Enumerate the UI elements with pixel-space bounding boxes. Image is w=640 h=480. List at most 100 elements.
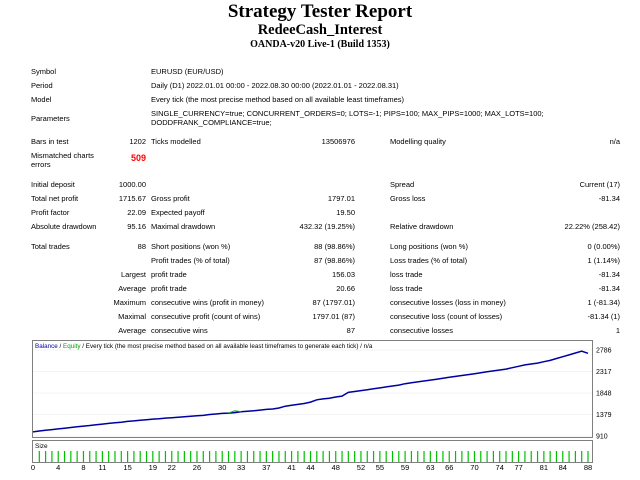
size-bar [101, 451, 103, 462]
avg-cons-losses-value: 1 [615, 326, 620, 335]
size-bar [309, 451, 312, 462]
x-tick-label: 4 [56, 463, 61, 472]
symbol-label: Symbol [31, 67, 57, 76]
size-bar [278, 451, 280, 462]
initial-deposit-label: Initial deposit [31, 180, 75, 189]
ea-name: RedeeCash_Interest [257, 22, 383, 38]
relative-drawdown-label: Relative drawdown [390, 222, 454, 231]
size-bar [581, 451, 583, 462]
size-bar [442, 451, 444, 462]
size-bar [208, 451, 211, 462]
size-bar [177, 451, 179, 462]
size-bar [152, 451, 154, 462]
quality-value: n/a [609, 137, 620, 146]
average-loss-label: loss trade [390, 284, 423, 293]
size-bar [448, 451, 450, 462]
size-bar [82, 451, 85, 462]
ticks-label: Ticks modelled [151, 137, 201, 146]
size-bar [63, 451, 66, 462]
x-tick-label: 22 [167, 463, 176, 472]
largest-profit-value: 156.03 [332, 270, 355, 279]
size-bar [45, 451, 47, 462]
size-bar [322, 451, 324, 462]
size-bar [436, 451, 438, 462]
x-tick-label: 0 [30, 463, 36, 472]
size-bar [574, 451, 576, 462]
parameters-label: Parameters [31, 114, 70, 123]
size-bar [417, 451, 419, 462]
size-bar [410, 451, 413, 462]
maximal-cons-profit-value: 1797.01 (87) [312, 312, 355, 321]
gross-profit-label: Gross profit [151, 194, 190, 203]
size-bar [164, 451, 167, 462]
y-tick-label: 1848 [596, 391, 612, 398]
maximal-cons-profit-label: consecutive profit (count of wins) [151, 312, 261, 321]
absolute-drawdown-value: 95.16 [127, 222, 146, 231]
loss-trades-label: Loss trades (% of total) [390, 256, 468, 265]
size-bar [215, 451, 217, 462]
chart-legend: Balance / Equity / Every tick (the most … [35, 343, 373, 350]
size-bar [454, 451, 457, 462]
bars-label: Bars in test [31, 137, 69, 146]
size-bar [70, 451, 72, 462]
size-bar [127, 451, 129, 462]
size-bar [114, 451, 116, 462]
x-tick-label: 15 [123, 463, 132, 472]
size-bar [51, 451, 53, 462]
size-bar [196, 451, 198, 462]
spread-value: Current (17) [579, 180, 620, 189]
legend-rest: / Every tick (the most precise method ba… [81, 343, 373, 350]
maximum-label: Maximum [113, 298, 146, 307]
profit-factor-value: 22.09 [127, 208, 146, 217]
total-net-profit-value: 1715.67 [118, 194, 146, 203]
size-bar [38, 451, 40, 462]
size-bar [398, 451, 400, 462]
balance-chart: Balance / Equity / Every tick (the most … [32, 340, 612, 463]
x-tick-label: 74 [495, 463, 504, 472]
size-bar [133, 451, 135, 462]
size-bar [568, 451, 570, 462]
size-bar [221, 451, 223, 462]
mismatch-label-2: errors [31, 160, 51, 169]
mismatch-value: 509 [130, 153, 146, 163]
size-bar [391, 451, 394, 462]
size-bar [303, 451, 305, 462]
size-bar [505, 451, 507, 462]
size-bar [158, 451, 160, 462]
x-tick-label: 41 [287, 463, 296, 472]
average2-label: Average [118, 326, 146, 335]
size-bar [536, 451, 539, 462]
x-tick-label: 52 [356, 463, 366, 472]
size-bar [354, 451, 356, 462]
absolute-drawdown-label: Absolute drawdown [31, 222, 97, 231]
size-bar [234, 451, 236, 462]
largest-loss-label: loss trade [390, 270, 423, 279]
maximal-drawdown-value: 432.32 (19.25%) [299, 222, 355, 231]
x-axis-ticks: 0 4 8 11 15 19 22 26 30 33 37 41 44 48 52 55 59 63 66 70 74 7… [30, 463, 612, 475]
x-tick-label: 88 [583, 463, 593, 472]
model-label: Model [31, 95, 52, 104]
total-net-profit-label: Total net profit [31, 194, 79, 203]
size-bar [265, 451, 267, 462]
max-cons-wins-label: consecutive wins (profit in money) [151, 298, 264, 307]
relative-drawdown-value: 22.22% (258.42) [564, 222, 620, 231]
period-label: Period [31, 81, 53, 90]
size-bar [240, 451, 242, 462]
max-cons-losses-value: 1 (-81.34) [587, 298, 620, 307]
size-bar [139, 451, 141, 462]
size-bar [347, 451, 349, 462]
x-tick-label: 19 [148, 463, 157, 472]
x-tick-label: 8 [81, 463, 86, 472]
profit-trades-value: 87 (98.86%) [314, 256, 355, 265]
size-bar [297, 451, 299, 462]
model-value: Every tick (the most precise method base… [151, 95, 405, 104]
size-bar [253, 451, 255, 462]
size-bar [562, 451, 564, 462]
size-bar [473, 451, 476, 462]
y-tick-label: 2317 [596, 369, 612, 376]
x-tick-label: 66 [445, 463, 454, 472]
x-tick-label: 48 [331, 463, 340, 472]
size-bar [379, 451, 381, 462]
size-bar [480, 451, 482, 462]
size-bar [120, 451, 122, 462]
